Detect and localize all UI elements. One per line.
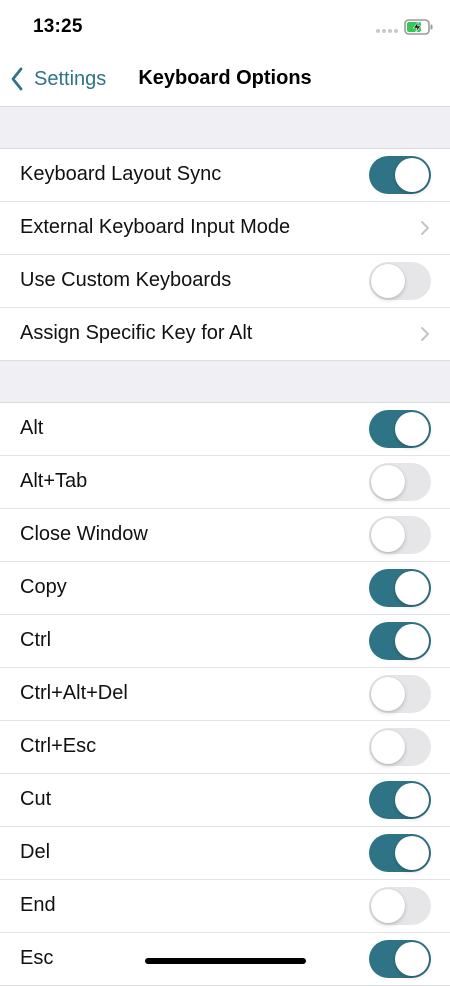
use-custom-keyboards-toggle[interactable] bbox=[369, 262, 431, 300]
toggle-knob bbox=[371, 518, 405, 552]
row-label: External Keyboard Input Mode bbox=[20, 216, 291, 238]
toggle-knob bbox=[395, 836, 429, 870]
toggle-knob bbox=[395, 942, 429, 976]
toggle-knob bbox=[371, 465, 405, 499]
row-label: Copy bbox=[20, 576, 67, 598]
row-label: End bbox=[20, 894, 56, 916]
toggle-knob bbox=[395, 158, 429, 192]
row-label: Close Window bbox=[20, 523, 148, 545]
del-toggle[interactable] bbox=[369, 834, 431, 872]
row-label: Cut bbox=[20, 788, 52, 810]
status-time: 13:25 bbox=[33, 16, 83, 37]
row-label: Esc bbox=[20, 947, 54, 969]
copy-toggle[interactable] bbox=[369, 569, 431, 607]
settings-row-del: Del bbox=[0, 827, 450, 880]
ctrl-esc-toggle[interactable] bbox=[369, 728, 431, 766]
ctrl-alt-del-toggle[interactable] bbox=[369, 675, 431, 713]
alt-tab-toggle[interactable] bbox=[369, 463, 431, 501]
row-label: Del bbox=[20, 841, 51, 863]
toggle-knob bbox=[371, 730, 405, 764]
section-separator bbox=[0, 361, 450, 403]
toggle-knob bbox=[371, 264, 405, 298]
settings-row-cut: Cut bbox=[0, 774, 450, 827]
toggle-knob bbox=[371, 889, 405, 923]
row-label: Use Custom Keyboards bbox=[20, 269, 232, 291]
alt-toggle[interactable] bbox=[369, 410, 431, 448]
keyboard-layout-sync-toggle[interactable] bbox=[369, 156, 431, 194]
esc-toggle[interactable] bbox=[369, 940, 431, 978]
page-title: Keyboard Options bbox=[138, 67, 312, 89]
settings-row-ctrl-alt-del: Ctrl+Alt+Del bbox=[0, 668, 450, 721]
shortcut-keys-group: Alt Alt+Tab Close Window Copy Ctrl Ctrl+Alt+D… bbox=[0, 403, 450, 986]
settings-row-ctrl: Ctrl bbox=[0, 615, 450, 668]
ctrl-toggle[interactable] bbox=[369, 622, 431, 660]
settings-row-copy: Copy bbox=[0, 562, 450, 615]
end-toggle[interactable] bbox=[369, 887, 431, 925]
row-label: Ctrl bbox=[20, 629, 52, 651]
toggle-knob bbox=[371, 677, 405, 711]
section-separator bbox=[0, 107, 450, 149]
toggle-knob bbox=[395, 783, 429, 817]
settings-row-alt: Alt bbox=[0, 403, 450, 456]
chevron-right-icon bbox=[421, 221, 429, 235]
home-indicator bbox=[145, 958, 306, 964]
toggle-knob bbox=[395, 571, 429, 605]
settings-row-alt-tab: Alt+Tab bbox=[0, 456, 450, 509]
keyboard-options-group: Keyboard Layout Sync External Keyboard In… bbox=[0, 149, 450, 361]
toggle-knob bbox=[395, 624, 429, 658]
settings-row-ctrl-esc: Ctrl+Esc bbox=[0, 721, 450, 774]
settings-row-close-window: Close Window bbox=[0, 509, 450, 562]
settings-row-assign-specific-key-for-alt[interactable]: Assign Specific Key for Alt bbox=[0, 308, 450, 361]
settings-row-external-keyboard-input-mode[interactable]: External Keyboard Input Mode bbox=[0, 202, 450, 255]
settings-list: Keyboard Layout Sync External Keyboard In… bbox=[0, 107, 450, 986]
settings-row-use-custom-keyboards: Use Custom Keyboards bbox=[0, 255, 450, 308]
settings-row-end: End bbox=[0, 880, 450, 933]
battery-charging-icon bbox=[404, 19, 433, 35]
toggle-knob bbox=[395, 412, 429, 446]
row-label: Keyboard Layout Sync bbox=[20, 163, 222, 185]
status-bar: 13:25 bbox=[0, 0, 450, 52]
row-label: Alt+Tab bbox=[20, 470, 88, 492]
navigation-bar: Settings Keyboard Options bbox=[0, 52, 450, 107]
row-label: Ctrl+Alt+Del bbox=[20, 682, 128, 704]
chevron-right-icon bbox=[421, 327, 429, 341]
cut-toggle[interactable] bbox=[369, 781, 431, 819]
settings-row-keyboard-layout-sync: Keyboard Layout Sync bbox=[0, 149, 450, 202]
signal-icon bbox=[376, 29, 398, 33]
row-label: Assign Specific Key for Alt bbox=[20, 322, 253, 344]
row-label: Alt bbox=[20, 417, 44, 439]
row-label: Ctrl+Esc bbox=[20, 735, 97, 757]
close-window-toggle[interactable] bbox=[369, 516, 431, 554]
